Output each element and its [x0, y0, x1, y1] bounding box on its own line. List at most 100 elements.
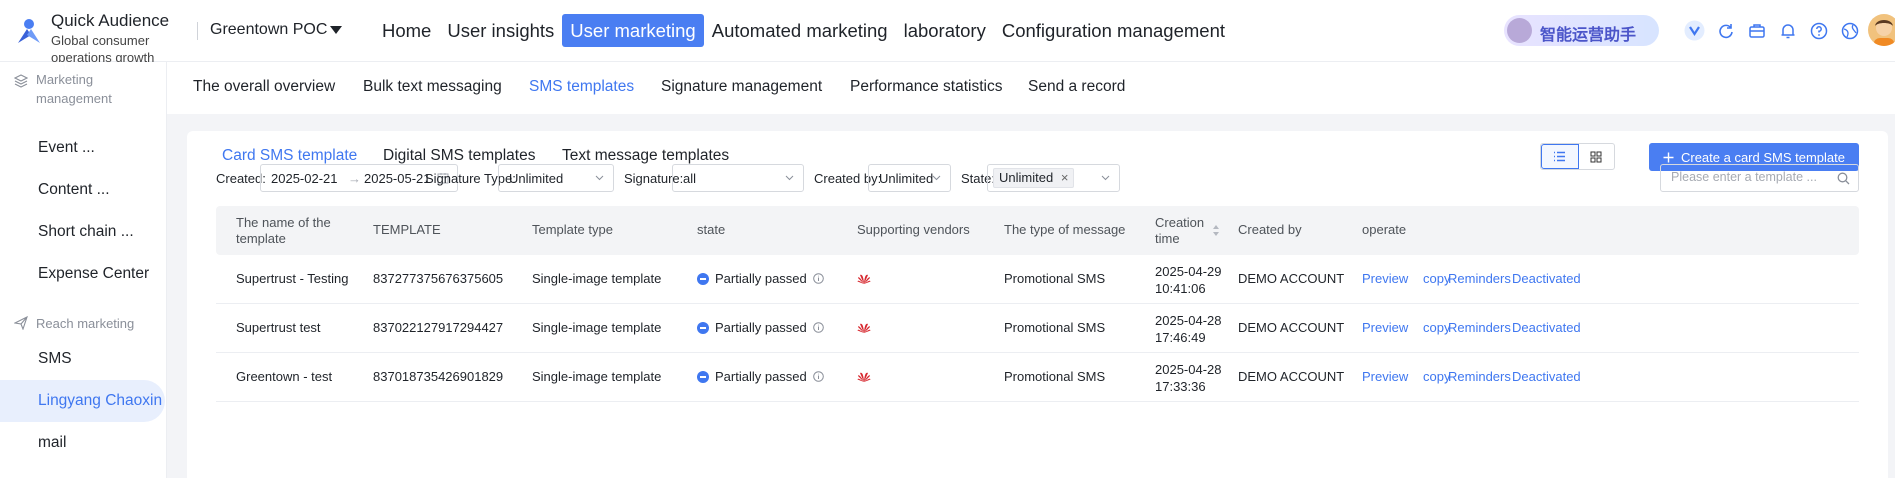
list-view-icon[interactable] [1541, 144, 1579, 169]
creation-clock: 10:41:06 [1155, 281, 1206, 296]
date-to: 2025-05-21 [364, 171, 431, 186]
cell-message-type: Promotional SMS [1004, 369, 1106, 384]
cell-template-type: Single-image template [532, 271, 662, 286]
partial-status-icon [697, 272, 709, 285]
tab-text-message-templates[interactable]: Text message templates [562, 147, 729, 165]
subnav-overall-overview[interactable]: The overall overview [193, 78, 335, 96]
cell-template-id: 837022127917294427 [373, 320, 504, 335]
subnav-send-a-record[interactable]: Send a record [1028, 78, 1125, 96]
sidebar-item-short-chain[interactable]: Short chain ... [0, 211, 165, 253]
partial-status-icon [697, 321, 709, 334]
top-bar: Quick Audience Global consumer operation… [0, 0, 1895, 65]
sidebar-group-marketing-management: Marketing management [14, 70, 136, 108]
deactivated-link[interactable]: Deactivated [1512, 369, 1581, 384]
sidebar-group-reach-marketing: Reach marketing [14, 314, 134, 333]
tab-digital-sms-templates[interactable]: Digital SMS templates [383, 147, 535, 165]
copy-link[interactable]: copy [1423, 320, 1450, 335]
preview-link[interactable]: Preview [1362, 271, 1408, 286]
signature-value: all [683, 171, 697, 186]
sidebar-item-lingyang-chaoxin[interactable]: Lingyang Chaoxin [0, 380, 165, 422]
tab-card-sms-template[interactable]: Card SMS template [222, 147, 357, 165]
col-template: TEMPLATE [373, 222, 441, 237]
signature-type-select[interactable]: Unlimited [498, 164, 614, 192]
nav-configuration-management[interactable]: Configuration management [994, 14, 1233, 47]
sidebar-item-expense-center[interactable]: Expense Center [0, 253, 165, 295]
state-text: Partially passed [715, 271, 807, 286]
signature-select[interactable]: all [672, 164, 804, 192]
copy-link[interactable]: copy [1423, 271, 1450, 286]
subnav-signature-management[interactable]: Signature management [661, 78, 822, 96]
nav-laboratory[interactable]: laboratory [896, 14, 994, 47]
reminders-link[interactable]: Reminders [1448, 369, 1511, 384]
info-icon[interactable] [812, 322, 824, 333]
preview-link[interactable]: Preview [1362, 369, 1408, 384]
cell-state: Partially passed [697, 369, 824, 384]
nav-user-insights[interactable]: User insights [439, 14, 562, 47]
globe-icon[interactable] [1839, 20, 1860, 41]
sidebar-group-label: Marketing management [36, 72, 112, 106]
refresh-icon[interactable] [1715, 20, 1736, 41]
subnav-bulk-text-messaging[interactable]: Bulk text messaging [363, 78, 502, 96]
chevron-down-icon [785, 175, 794, 181]
col-template-name: The name of the template [236, 215, 331, 246]
cell-creation-time: 2025-04-29 10:41:06 [1155, 263, 1222, 297]
user-avatar[interactable] [1868, 14, 1895, 46]
cell-created-by: DEMO ACCOUNT [1238, 271, 1345, 286]
subnav-sms-templates[interactable]: SMS templates [529, 78, 634, 96]
sidebar-item-mail[interactable]: mail [0, 422, 165, 464]
reminders-link[interactable]: Reminders [1448, 271, 1511, 286]
help-icon[interactable] [1808, 20, 1829, 41]
reminders-link[interactable]: Reminders [1448, 320, 1511, 335]
template-list-card: Card SMS template Digital SMS templates … [187, 131, 1888, 478]
search-icon[interactable] [1837, 172, 1850, 185]
template-search-input[interactable] [1671, 170, 1831, 184]
brand[interactable]: Quick Audience Global consumer operation… [51, 10, 169, 66]
preview-link[interactable]: Preview [1362, 320, 1408, 335]
subnav-performance-statistics[interactable]: Performance statistics [850, 78, 1002, 96]
col-creation-time[interactable]: Creation time [1155, 215, 1207, 247]
info-icon[interactable] [812, 273, 824, 284]
cell-state: Partially passed [697, 320, 824, 335]
cell-message-type: Promotional SMS [1004, 320, 1106, 335]
v-badge-icon[interactable] [1684, 20, 1705, 41]
table-header: The name of the template TEMPLATE Templa… [216, 206, 1859, 255]
cell-state: Partially passed [697, 271, 824, 286]
main-nav: Home User insights User marketing Automa… [374, 14, 1233, 47]
table-row: Supertrust - Testing 837277375676375605 … [216, 255, 1859, 304]
create-button-label: Create a card SMS template [1680, 149, 1846, 165]
ai-assistant-button[interactable]: 智能运营助手 [1504, 15, 1659, 46]
nav-automated-marketing[interactable]: Automated marketing [704, 14, 896, 47]
state-text: Partially passed [715, 320, 807, 335]
brand-subtitle-1: Global consumer [51, 33, 150, 48]
tenant-selector[interactable]: Greentown POC [210, 21, 327, 39]
grid-view-icon[interactable] [1579, 144, 1615, 169]
col-template-type: Template type [532, 222, 613, 237]
cell-template-id: 837018735426901829 [373, 369, 504, 384]
brand-name: Quick Audience [51, 11, 170, 30]
sidebar-item-sms[interactable]: SMS [0, 338, 165, 380]
creation-date: 2025-04-29 [1155, 264, 1222, 279]
deactivated-link[interactable]: Deactivated [1512, 320, 1581, 335]
cell-name: Supertrust test [236, 320, 321, 335]
assistant-avatar [1507, 18, 1532, 43]
created-by-select[interactable]: Unlimited [868, 164, 951, 192]
created-by-value: Unlimited [879, 171, 934, 186]
state-select[interactable]: Unlimited × [987, 164, 1120, 192]
info-icon[interactable] [812, 371, 824, 382]
col-supporting-vendors: Supporting vendors [857, 222, 970, 237]
deactivated-link[interactable]: Deactivated [1512, 271, 1581, 286]
nav-user-marketing[interactable]: User marketing [562, 14, 704, 47]
sidebar-item-event[interactable]: Event ... [0, 127, 165, 169]
caret-down-icon[interactable] [330, 26, 342, 34]
chevron-down-icon [932, 175, 941, 181]
copy-link[interactable]: copy [1423, 369, 1450, 384]
sidebar-item-content[interactable]: Content ... [0, 169, 165, 211]
sub-nav: The overall overview Bulk text messaging… [167, 62, 1895, 114]
nav-home[interactable]: Home [374, 14, 439, 47]
creation-date: 2025-04-28 [1155, 362, 1222, 377]
bell-icon[interactable] [1777, 20, 1798, 41]
layers-icon [14, 74, 28, 88]
briefcase-icon[interactable] [1746, 20, 1767, 41]
sort-icon[interactable] [1212, 224, 1220, 237]
tag-close-icon[interactable]: × [1061, 170, 1069, 185]
